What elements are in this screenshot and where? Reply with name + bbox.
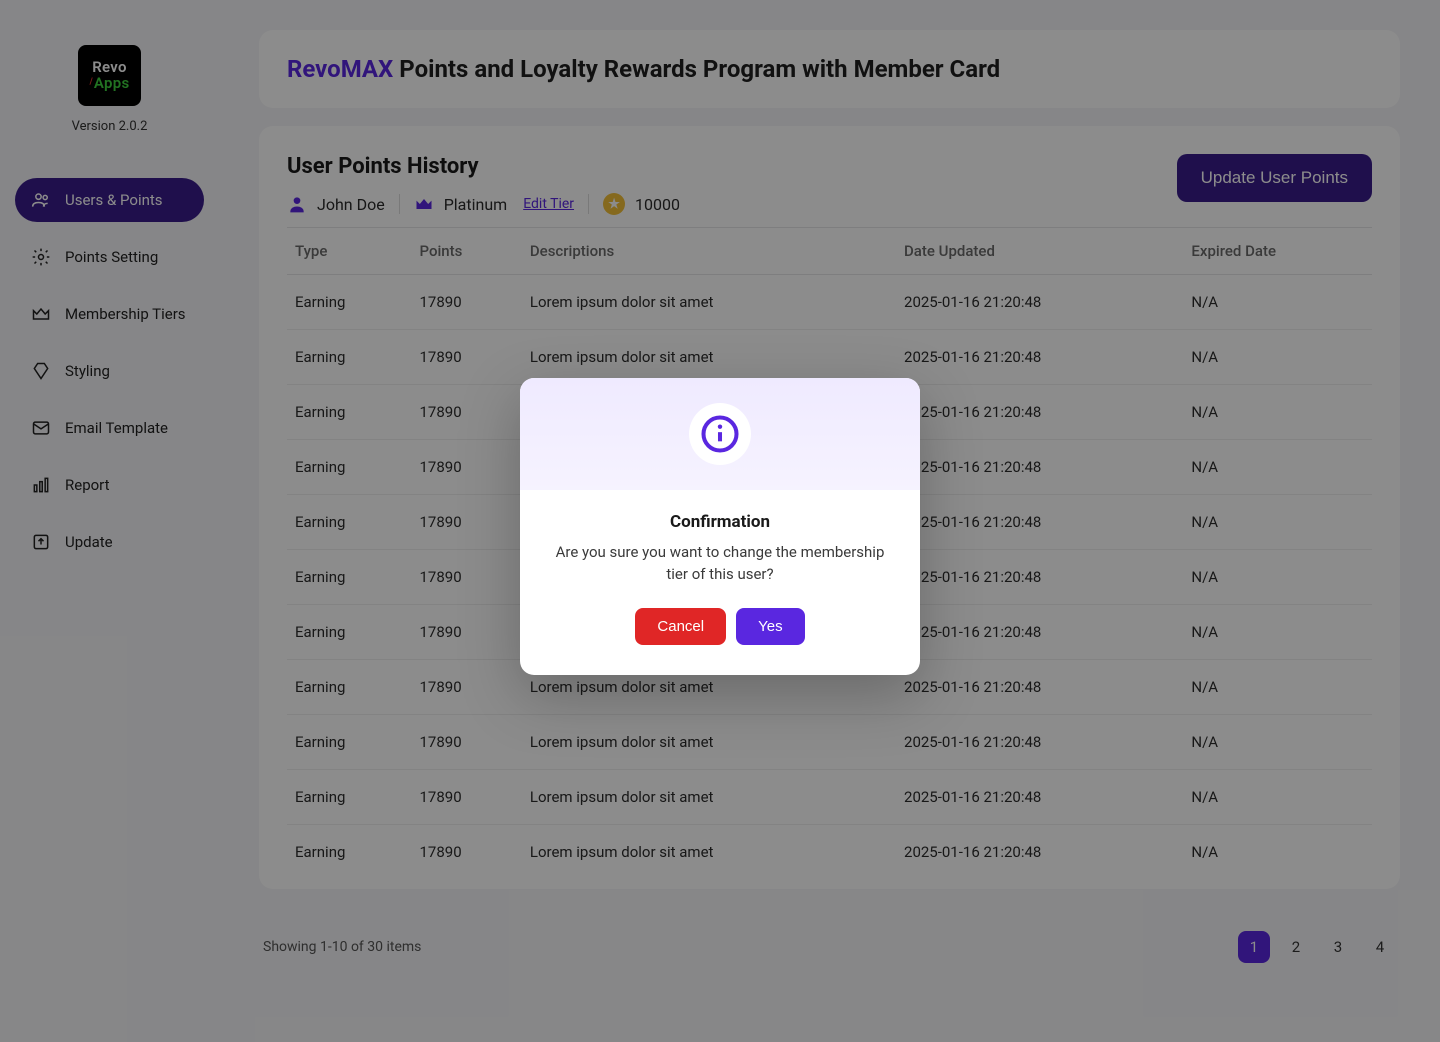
info-icon [689,403,751,465]
app-root: Revo / Apps Version 2.0.2 Users & Points… [0,0,1440,1042]
modal-overlay[interactable]: Confirmation Are you sure you want to ch… [0,0,1440,1042]
modal-actions: Cancel Yes [546,608,894,645]
modal-title: Confirmation [546,512,894,532]
modal-body: Confirmation Are you sure you want to ch… [520,490,920,675]
cancel-button[interactable]: Cancel [635,608,726,645]
modal-header [520,378,920,490]
yes-button[interactable]: Yes [736,608,804,645]
modal-text: Are you sure you want to change the memb… [546,542,894,586]
confirmation-modal: Confirmation Are you sure you want to ch… [520,378,920,675]
